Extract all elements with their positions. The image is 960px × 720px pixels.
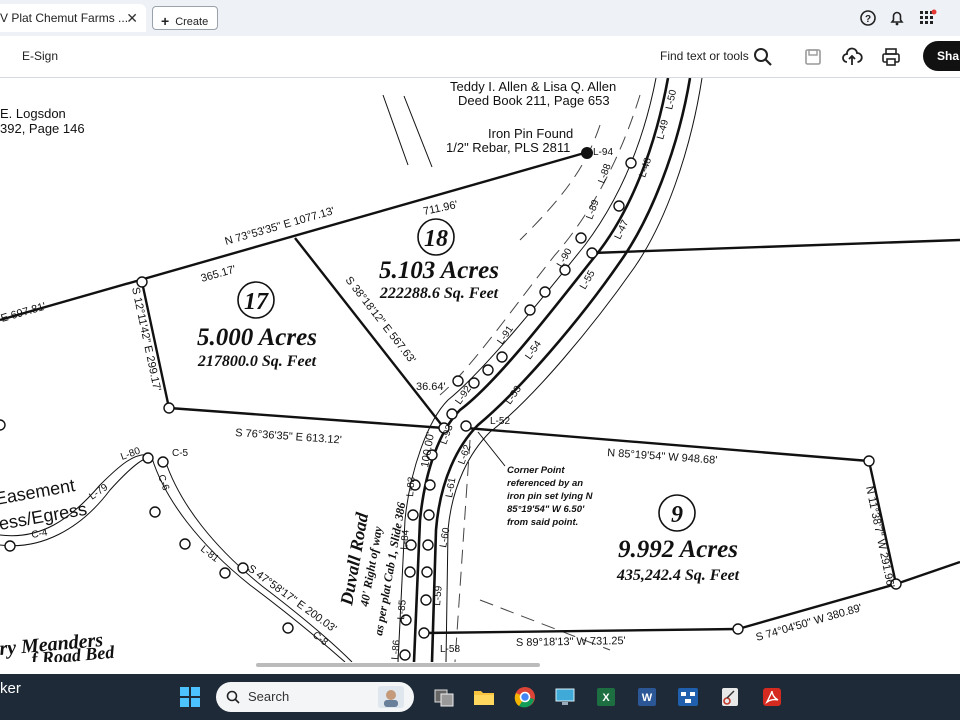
file-explorer-icon[interactable] (472, 685, 496, 709)
svg-text:X: X (602, 692, 610, 704)
line-label: C-8 (310, 630, 330, 649)
find-text-or-tools[interactable]: Find text or tools (660, 49, 749, 63)
document-toolbar: E-Sign Find text or tools Sha (0, 36, 960, 78)
chrome-icon[interactable] (513, 685, 537, 709)
windows-start-icon[interactable] (178, 685, 202, 709)
network-app-icon[interactable] (676, 685, 700, 709)
apps-grid-icon[interactable] (918, 8, 938, 28)
bearing-n11: N 11°38'7" W 291.96' (863, 485, 896, 589)
snipping-tool-icon[interactable] (718, 685, 742, 709)
save-icon[interactable] (802, 46, 824, 68)
line-label: C-6 (155, 473, 171, 492)
line-label: L-89 (584, 198, 601, 221)
line-label: L-61 (444, 476, 458, 498)
acrobat-icon[interactable] (760, 685, 784, 709)
line-label: L-80 (119, 445, 142, 462)
search-icon[interactable] (752, 46, 774, 68)
iron-pin-detail: 1/2" Rebar, PLS 2811 (446, 140, 570, 155)
svg-text:W: W (642, 692, 653, 704)
search-placeholder: Search (248, 689, 290, 704)
plus-icon: + (161, 13, 170, 29)
lot17-acres: 5.000 Acres (197, 324, 317, 351)
lot18-number: 18 (424, 226, 448, 252)
plat-drawing: 18 17 9 5.103 Acres 222288.6 Sq. Feet 5.… (0, 78, 960, 662)
tab-close-icon[interactable]: ✕ (126, 10, 138, 27)
dist-711: 711.96' (422, 199, 459, 218)
create-button[interactable]: + Create (152, 6, 218, 30)
line-label: L-85 (396, 599, 409, 620)
line-label: L-52 (490, 416, 510, 427)
line-label: L-48 (637, 156, 654, 179)
lot9-acres: 9.992 Acres (618, 536, 738, 563)
dist-3664: 36.64' (416, 381, 446, 393)
easement-dashed-lines (439, 94, 641, 662)
iron-pin-title: Iron Pin Found (488, 126, 573, 141)
line-label: L-91 (495, 324, 516, 347)
cloud-upload-icon[interactable] (841, 46, 863, 68)
tab-plat-document[interactable]: V Plat Chemut Farms ... ✕ (0, 4, 146, 32)
word-icon[interactable]: W (635, 685, 659, 709)
horizontal-scrollbar[interactable] (256, 663, 540, 667)
monitor-app-icon[interactable] (553, 685, 577, 709)
corner-note-leader (477, 431, 506, 467)
lot9-number: 9 (671, 502, 683, 528)
print-icon[interactable] (880, 46, 902, 68)
bearing-e697: E 697.81' (0, 301, 47, 325)
adjoiner-deed-left: 392, Page 146 (0, 121, 85, 136)
adjoiner-owner-top: Teddy I. Allen & Lisa Q. Allen (450, 79, 616, 94)
help-icon[interactable]: ? (858, 8, 878, 28)
taskbar-left-text: ker (0, 680, 21, 697)
adjoiner-owner-left: E. Logsdon (0, 106, 66, 121)
line-label: L-81 (198, 544, 221, 565)
line-label: L-53 (503, 384, 524, 407)
bearing-n73: N 73°53'35" E 1077.13' (224, 205, 336, 248)
bearing-s89: S 89°18'13" W 731.25' (516, 635, 626, 649)
line-label: L-86 (390, 639, 403, 660)
bearing-n85: N 85°19'54" W 948.68' (607, 447, 718, 467)
tab-title: V Plat Chemut Farms ... (0, 11, 129, 25)
line-label: L-94 (593, 147, 613, 158)
lot9-sqft: 435,242.4 Sq. Feet (616, 567, 740, 584)
line-label: L-84 (399, 529, 412, 550)
lot18-acres: 5.103 Acres (379, 257, 499, 284)
corner-note-line4: 85°19'54" W 6.50' (507, 504, 585, 515)
share-label: Sha (937, 49, 960, 63)
line-label: L-83 (405, 476, 418, 497)
bell-icon[interactable] (887, 8, 907, 28)
taskbar: ker Search X W (0, 674, 960, 720)
line-label: C-4 (31, 527, 49, 541)
search-highlight-icon (378, 686, 404, 708)
corner-note-line1: Corner Point (507, 465, 565, 476)
search-icon (226, 690, 240, 704)
line-label: C-5 (172, 448, 189, 459)
line-label: L-62 (456, 443, 473, 466)
share-button[interactable]: Sha (923, 41, 960, 71)
line-label: L-59 (432, 585, 445, 606)
corner-note-line2: referenced by an (507, 478, 583, 489)
adjoiner-deed-top: Deed Book 211, Page 653 (458, 93, 610, 108)
line-label: L-90 (555, 246, 575, 269)
line-label: L-47 (613, 218, 632, 241)
lot17-sqft: 217800.0 Sq. Feet (197, 353, 317, 370)
line-label: L-58 (440, 644, 460, 655)
corner-note-line5: from said point. (507, 517, 578, 528)
lot17-number: 17 (244, 289, 269, 315)
bearing-s76: S 76°36'35" E 613.12' (235, 427, 342, 446)
create-label: Create (175, 16, 209, 28)
svg-text:?: ? (865, 14, 871, 25)
lot18-sqft: 222288.6 Sq. Feet (379, 285, 499, 302)
dist-365: 365.17' (200, 263, 238, 284)
taskbar-search-input[interactable]: Search (216, 682, 414, 712)
excel-icon[interactable]: X (594, 685, 618, 709)
task-view-icon[interactable] (432, 685, 456, 709)
corner-note-line3: iron pin set lying N (507, 491, 594, 502)
line-label: L-60 (438, 526, 452, 548)
line-label: L-79 (87, 482, 110, 503)
iron-pin-marker (581, 147, 593, 159)
line-label: L-88 (596, 162, 613, 185)
line-label: L-55 (578, 268, 598, 291)
browser-tab-bar: V Plat Chemut Farms ... ✕ + Create ? (0, 0, 960, 36)
document-view[interactable]: 18 17 9 5.103 Acres 222288.6 Sq. Feet 5.… (0, 78, 960, 662)
esign-menu[interactable]: E-Sign (22, 49, 58, 63)
